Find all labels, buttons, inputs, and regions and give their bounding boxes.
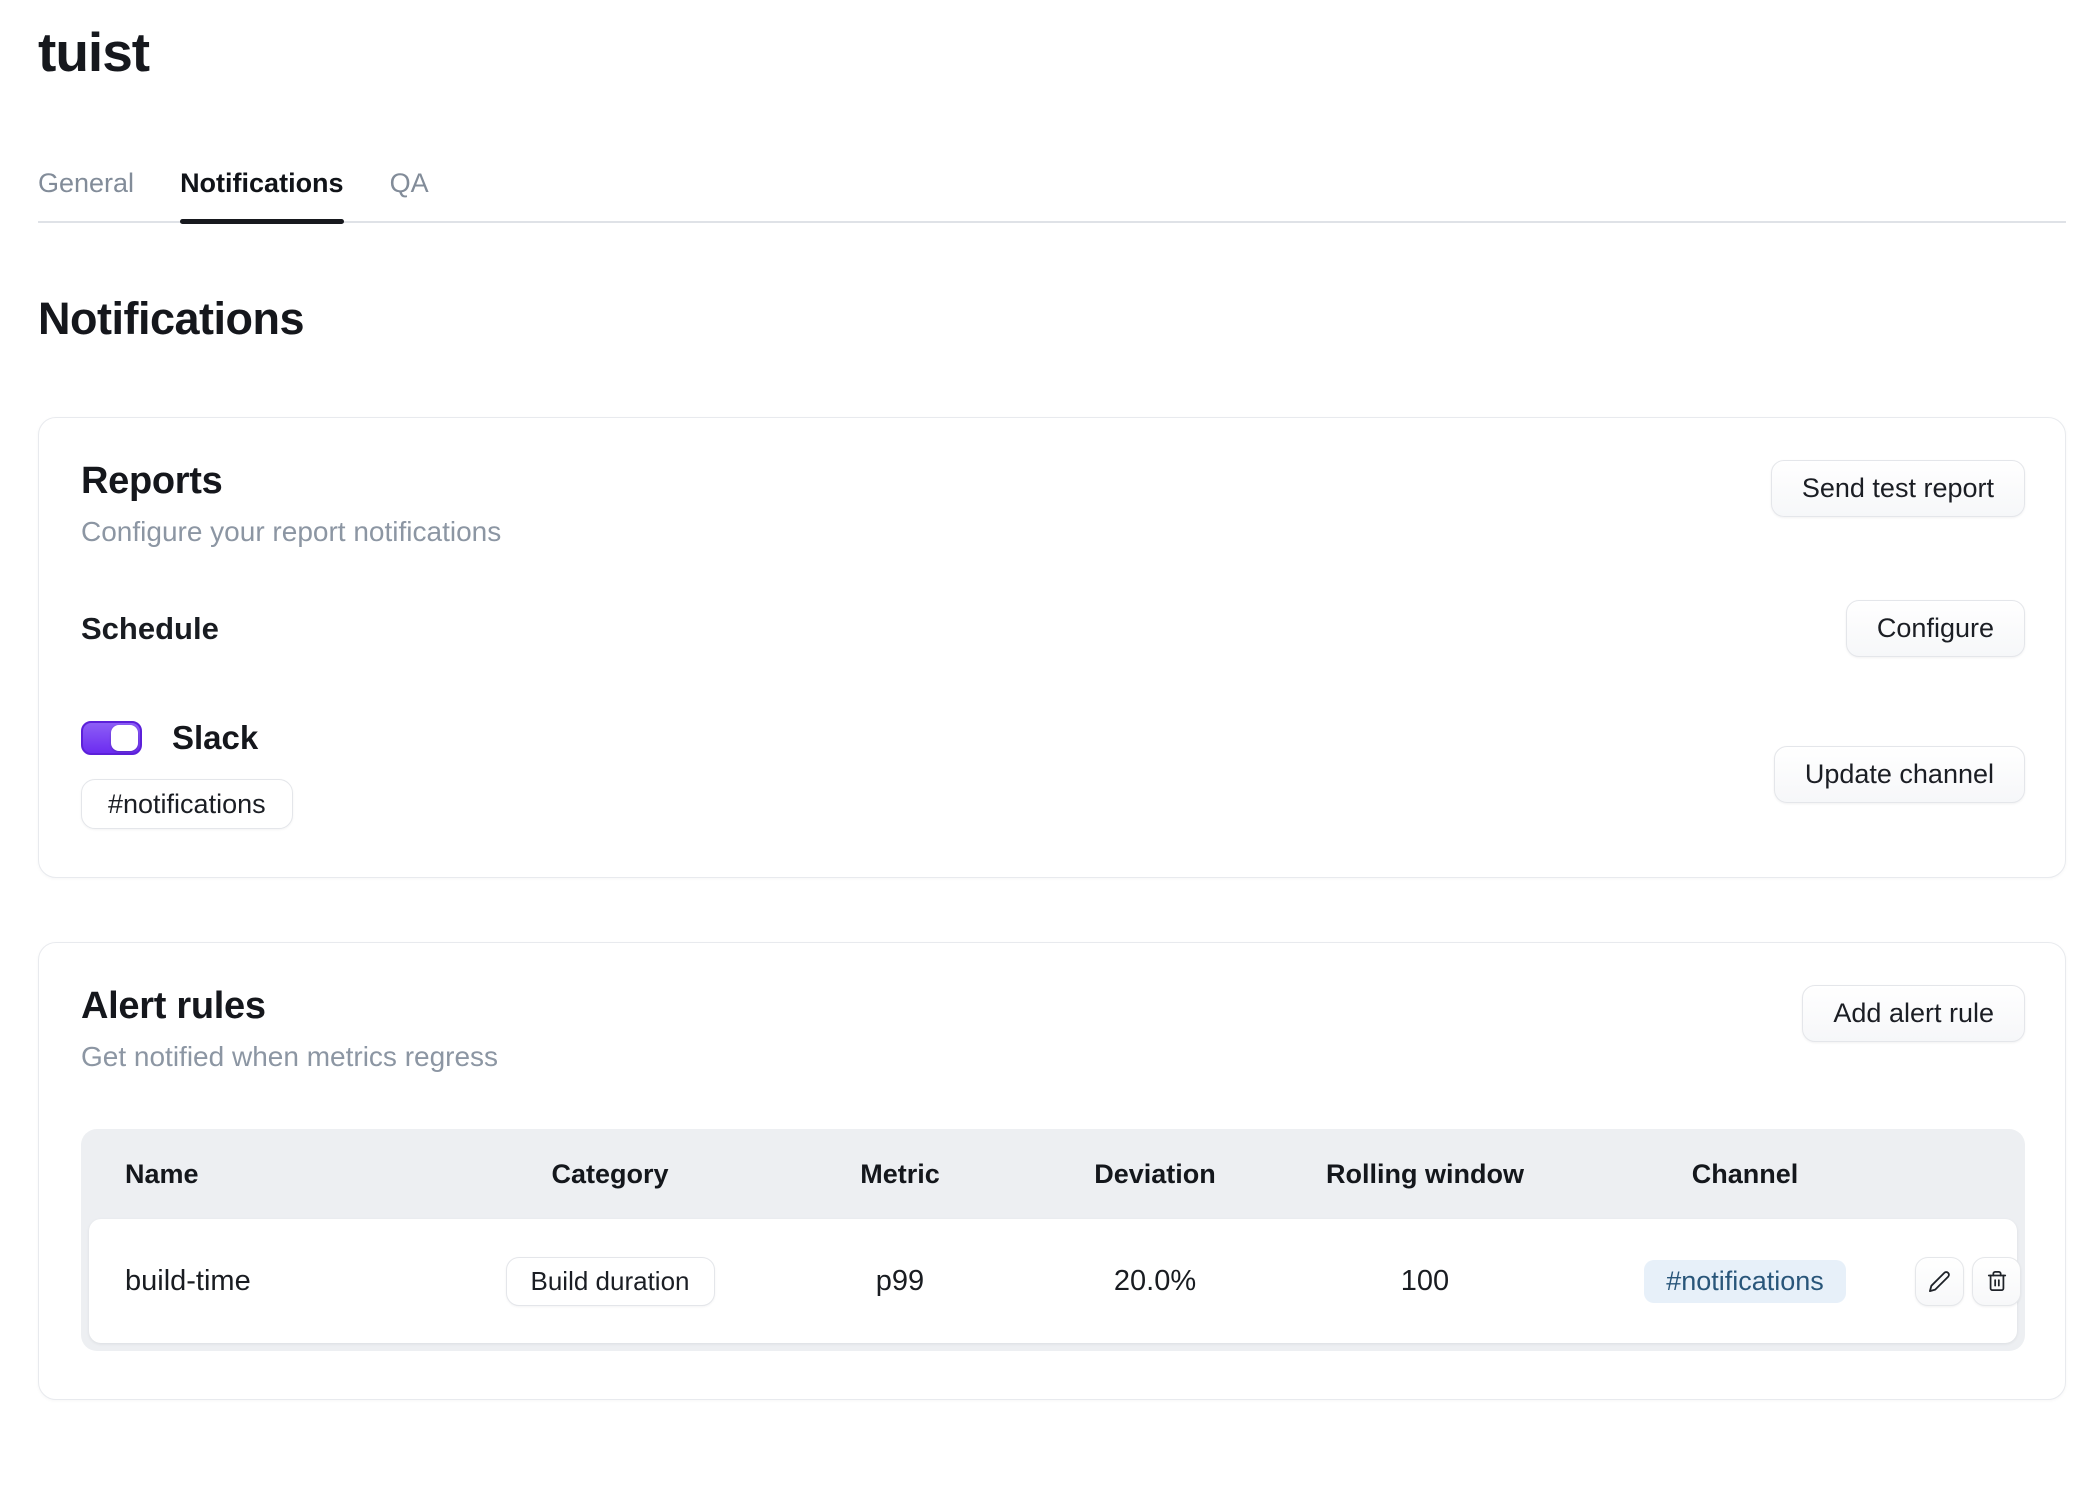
tab-general[interactable]: General <box>38 168 134 221</box>
reports-title: Reports <box>81 460 501 503</box>
toggle-thumb-icon <box>111 725 138 751</box>
column-header-name: Name <box>125 1159 455 1190</box>
cell-name: build-time <box>125 1265 455 1298</box>
edit-rule-button[interactable] <box>1915 1257 1964 1306</box>
reports-subtitle: Configure your report notifications <box>81 516 501 548</box>
channel-link-badge[interactable]: #notifications <box>1644 1260 1846 1303</box>
section-title: Notifications <box>38 293 2066 345</box>
table-header-row: Name Category Metric Deviation Rolling w… <box>81 1129 2025 1219</box>
delete-rule-button[interactable] <box>1972 1257 2021 1306</box>
tab-qa[interactable]: QA <box>390 168 429 221</box>
cell-channel: #notifications <box>1575 1260 1915 1303</box>
send-test-report-button[interactable]: Send test report <box>1771 460 2025 517</box>
slack-channel-chip[interactable]: #notifications <box>81 779 293 829</box>
schedule-label: Schedule <box>81 611 219 647</box>
page-title: tuist <box>38 0 2066 84</box>
slack-toggle-row: Slack <box>81 719 293 757</box>
table-row: build-time Build duration p99 20.0% 100 … <box>89 1219 2017 1343</box>
cell-actions <box>1915 1257 2025 1306</box>
cell-category: Build duration <box>455 1257 765 1306</box>
slack-row: Slack #notifications Update channel <box>81 719 2025 829</box>
slack-label: Slack <box>172 719 258 757</box>
tab-bar: General Notifications QA <box>38 168 2066 223</box>
alert-rules-title: Alert rules <box>81 985 498 1028</box>
category-badge: Build duration <box>506 1257 715 1306</box>
alert-rules-heading-group: Alert rules Get notified when metrics re… <box>81 985 498 1073</box>
settings-page: tuist General Notifications QA Notificat… <box>38 0 2066 1400</box>
column-header-rolling-window: Rolling window <box>1275 1159 1575 1190</box>
column-header-category: Category <box>455 1159 765 1190</box>
slack-settings-group: Slack #notifications <box>81 719 293 829</box>
cell-metric: p99 <box>765 1265 1035 1298</box>
column-header-metric: Metric <box>765 1159 1035 1190</box>
cell-rolling-window: 100 <box>1275 1265 1575 1298</box>
reports-card-header: Reports Configure your report notificati… <box>81 460 2025 548</box>
cell-deviation: 20.0% <box>1035 1265 1275 1298</box>
update-channel-button[interactable]: Update channel <box>1774 746 2025 803</box>
column-header-channel: Channel <box>1575 1159 1915 1190</box>
reports-card-heading-group: Reports Configure your report notificati… <box>81 460 501 548</box>
schedule-row: Schedule Configure <box>81 600 2025 657</box>
configure-button[interactable]: Configure <box>1846 600 2025 657</box>
add-alert-rule-button[interactable]: Add alert rule <box>1802 985 2025 1042</box>
alert-rules-subtitle: Get notified when metrics regress <box>81 1041 498 1073</box>
alert-rules-table: Name Category Metric Deviation Rolling w… <box>81 1129 2025 1351</box>
pencil-icon <box>1928 1270 1951 1293</box>
slack-toggle[interactable] <box>81 721 142 755</box>
alert-rules-card-header: Alert rules Get notified when metrics re… <box>81 985 2025 1073</box>
alert-rules-card: Alert rules Get notified when metrics re… <box>38 942 2066 1400</box>
reports-card: Reports Configure your report notificati… <box>38 417 2066 878</box>
tab-notifications[interactable]: Notifications <box>180 168 344 221</box>
column-header-deviation: Deviation <box>1035 1159 1275 1190</box>
trash-icon <box>1986 1270 2008 1292</box>
